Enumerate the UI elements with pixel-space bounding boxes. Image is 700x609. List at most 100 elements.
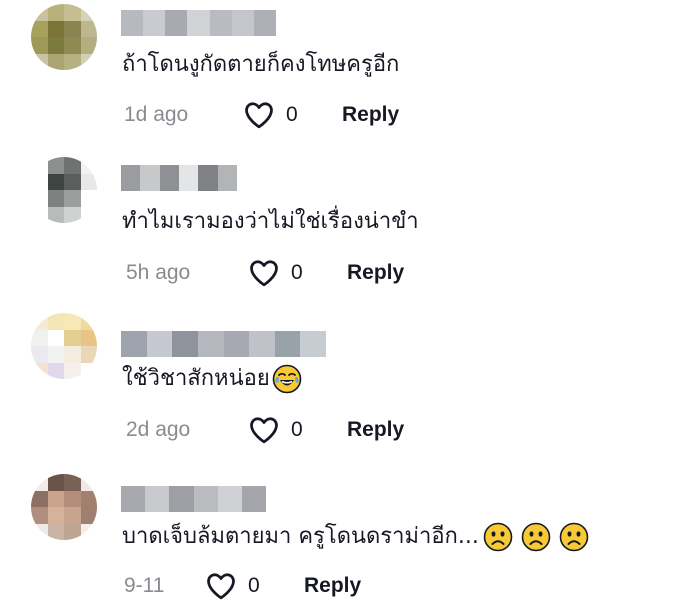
avatar-pixel [80, 4, 97, 21]
like-count: 0 [291, 418, 303, 441]
like-button[interactable]: 0 [244, 101, 298, 129]
avatar-pixel [47, 4, 64, 21]
heart-outline-icon[interactable] [244, 101, 274, 129]
comment-timestamp: 1d ago [124, 103, 189, 126]
avatar-pixel [31, 490, 48, 507]
heart-outline-icon[interactable] [249, 259, 279, 287]
username-pixel [209, 10, 232, 36]
username-pixel [146, 331, 173, 357]
avatar-pixel [80, 507, 97, 524]
username-pixel [143, 10, 166, 36]
avatar-pixel [47, 206, 64, 223]
username-pixel [300, 331, 326, 357]
username-pixel [172, 331, 198, 357]
avatar-pixel [47, 157, 64, 174]
avatar-pixel [64, 190, 81, 207]
reply-button[interactable]: Reply [342, 103, 399, 127]
avatar-pixel [64, 4, 81, 21]
avatar[interactable] [31, 157, 97, 223]
like-button[interactable]: 0 [206, 572, 260, 600]
avatar-pixel [80, 173, 97, 190]
avatar-pixel [64, 507, 81, 524]
username-pixel [274, 331, 301, 357]
comment-timestamp: 9-11 [124, 574, 165, 597]
username-pixel [223, 331, 250, 357]
username-pixel [169, 486, 194, 512]
avatar-pixel [64, 346, 81, 363]
avatar-pixel [80, 20, 97, 37]
avatar-pixel [31, 206, 48, 223]
face-with-tears-of-joy-icon [272, 364, 302, 394]
avatar-pixel [47, 490, 64, 507]
username-blurred[interactable] [121, 165, 237, 191]
avatar-pixel [80, 523, 97, 540]
avatar-pixel [31, 362, 48, 379]
heart-outline-icon[interactable] [249, 416, 279, 444]
avatar-pixel [31, 20, 48, 37]
frowning-face-icon [559, 522, 589, 552]
username-pixel [121, 165, 141, 191]
frowning-face-icon [521, 522, 551, 552]
avatar-pixel [64, 329, 81, 346]
username-blurred[interactable] [121, 331, 326, 357]
avatar-pixel [47, 329, 64, 346]
avatar-pixel [31, 4, 48, 21]
comment-text: บาดเจ็บล้มตายมา ครูโดนดราม่าอีก... [122, 522, 589, 552]
username-pixel [249, 331, 275, 357]
username-blurred[interactable] [121, 10, 276, 36]
username-blurred[interactable] [121, 486, 267, 512]
avatar-pixel [64, 37, 81, 54]
username-pixel [187, 10, 210, 36]
comment-text-content: บาดเจ็บล้มตายมา ครูโดนดราม่าอีก... [122, 524, 479, 549]
avatar-pixel [80, 490, 97, 507]
username-pixel [197, 331, 224, 357]
avatar-pixel [47, 474, 64, 491]
avatar-pixel [64, 474, 81, 491]
avatar-pixel [47, 362, 64, 379]
avatar-pixel [80, 362, 97, 379]
avatar-pixel [80, 53, 97, 70]
username-pixel [193, 486, 218, 512]
avatar-pixel [31, 507, 48, 524]
avatar[interactable] [31, 474, 97, 540]
reply-button[interactable]: Reply [347, 261, 404, 285]
avatar-pixel [64, 53, 81, 70]
avatar-pixel [64, 173, 81, 190]
username-pixel [231, 10, 254, 36]
avatar-pixel [80, 313, 97, 330]
avatar-pixel [64, 523, 81, 540]
avatar-pixel [80, 37, 97, 54]
comment-text-content: ใช้วิชาสักหน่อย [122, 366, 270, 391]
avatar-pixel [64, 490, 81, 507]
avatar-pixel [31, 190, 48, 207]
avatar[interactable] [31, 313, 97, 379]
avatar[interactable] [31, 4, 97, 70]
avatar-pixel [47, 53, 64, 70]
avatar-pixel [47, 313, 64, 330]
username-pixel [217, 165, 237, 191]
like-count: 0 [286, 103, 298, 126]
username-pixel [253, 10, 276, 36]
avatar-pixel [64, 362, 81, 379]
username-pixel [145, 486, 170, 512]
avatar-pixel [31, 329, 48, 346]
username-pixel [165, 10, 188, 36]
like-button[interactable]: 0 [249, 259, 303, 287]
reply-button[interactable]: Reply [304, 574, 361, 598]
avatar-pixel [31, 157, 48, 174]
username-pixel [121, 486, 146, 512]
username-pixel [217, 486, 242, 512]
avatar-pixel [47, 346, 64, 363]
avatar-pixel [47, 507, 64, 524]
avatar-pixel [64, 206, 81, 223]
avatar-pixel [47, 173, 64, 190]
avatar-pixel [31, 53, 48, 70]
username-pixel [121, 331, 147, 357]
avatar-pixel [31, 346, 48, 363]
comment-text: ถ้าโดนงูกัดตายก็คงโทษครูอีก [122, 52, 400, 77]
reply-button[interactable]: Reply [347, 418, 404, 442]
avatar-pixel [31, 474, 48, 491]
comment-text: ทำไมเรามองว่าไม่ใช่เรื่องน่าขำ [122, 209, 419, 234]
like-button[interactable]: 0 [249, 416, 303, 444]
heart-outline-icon[interactable] [206, 572, 236, 600]
